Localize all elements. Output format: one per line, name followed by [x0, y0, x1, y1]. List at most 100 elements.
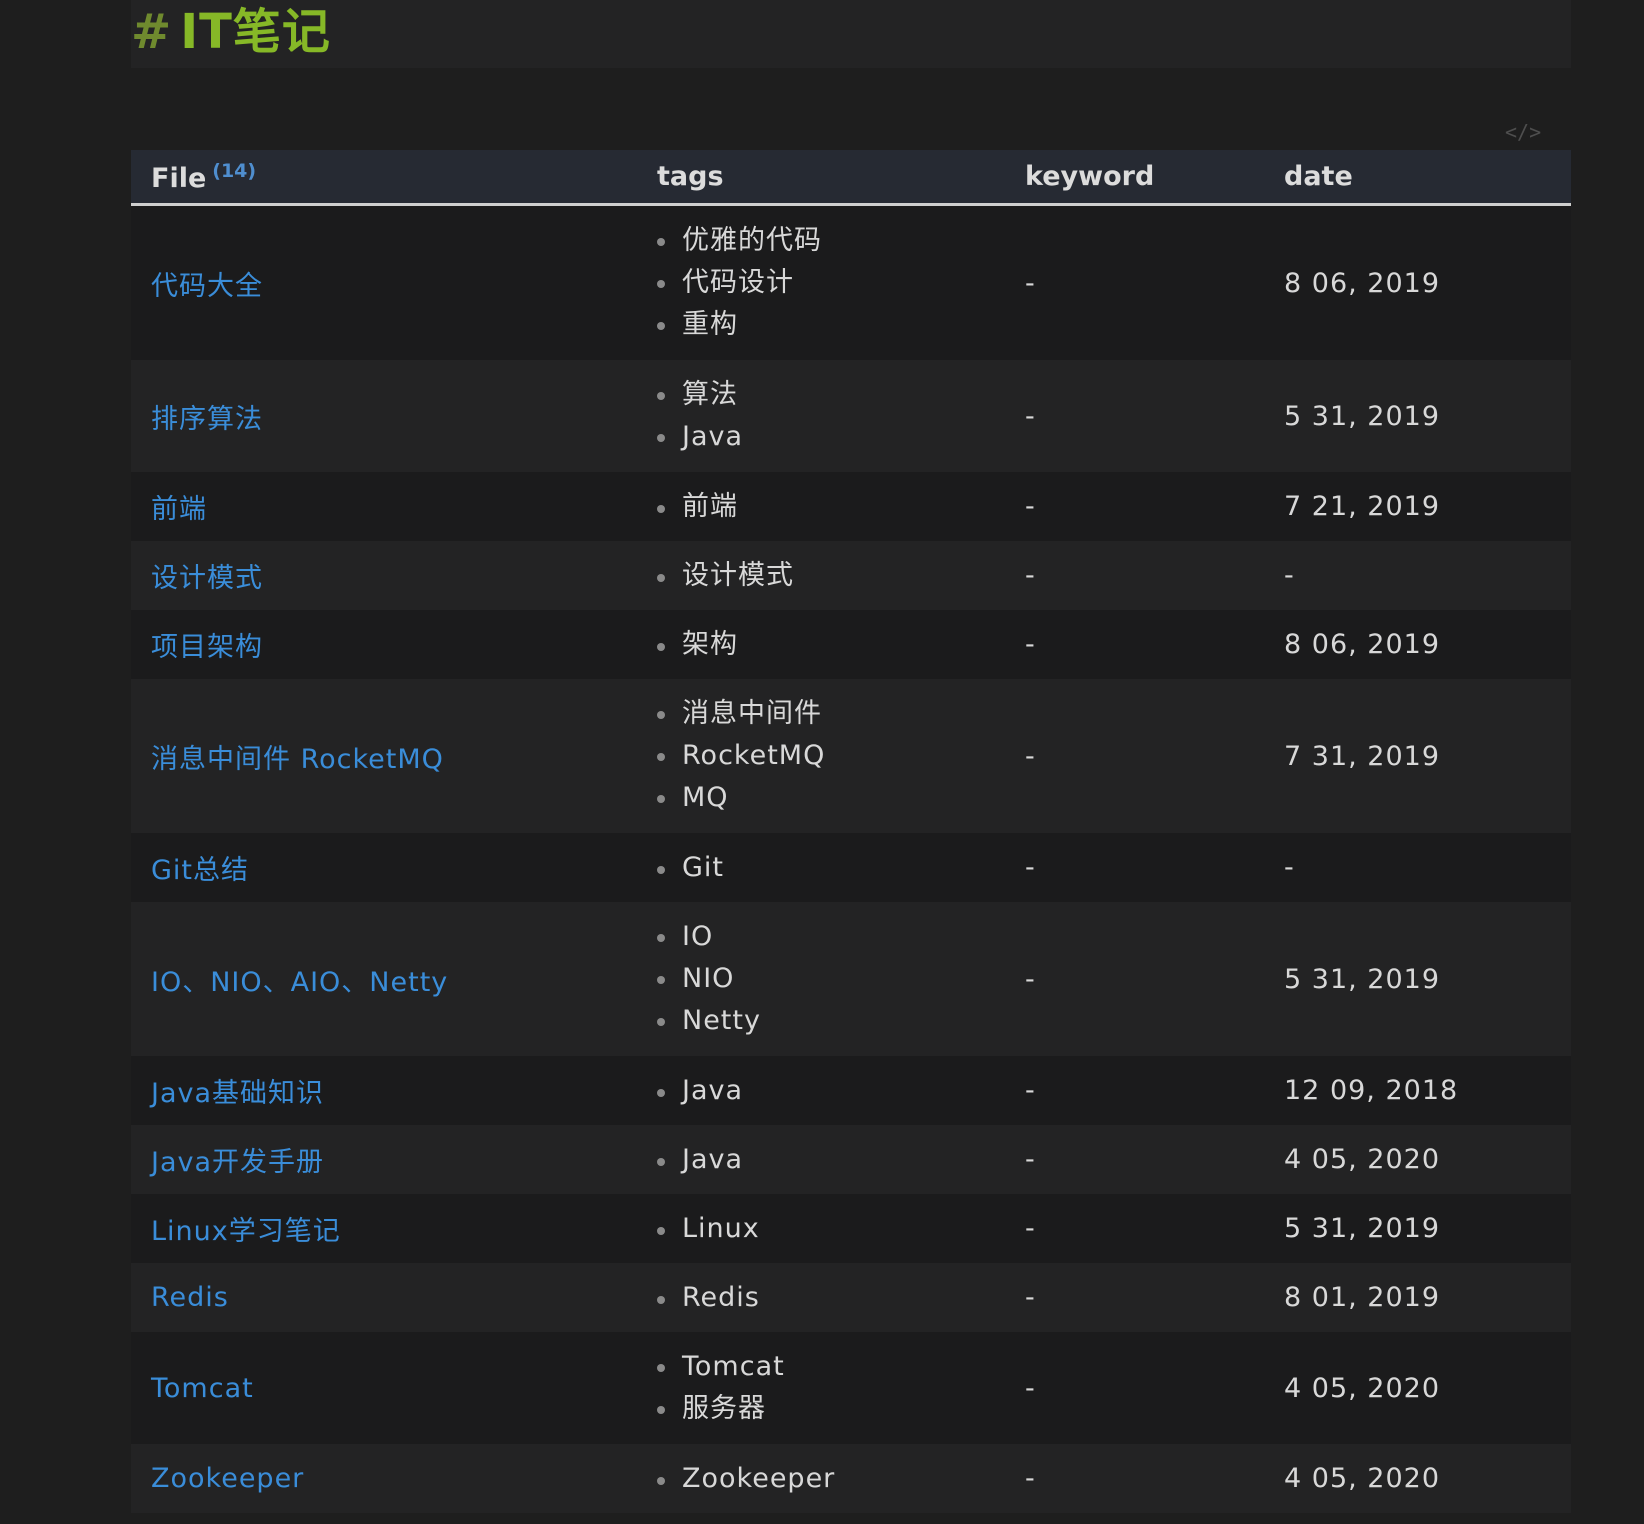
tag-list: 架构 — [657, 611, 1005, 679]
tags-cell: 设计模式 — [637, 541, 1005, 610]
tag-list: Java — [657, 1126, 1005, 1194]
file-cell: 项目架构 — [131, 610, 637, 679]
view-source-toggle[interactable]: </> — [1505, 120, 1541, 144]
tag-list: Linux — [657, 1195, 1005, 1263]
file-cell: 前端 — [131, 472, 637, 541]
tags-cell: 优雅的代码 代码设计 重构 — [637, 205, 1005, 361]
tag-item: 架构 — [657, 625, 1005, 665]
table-row: Tomcat Tomcat 服务器 -4 05, 2020 — [131, 1332, 1571, 1444]
tags-cell: Redis — [637, 1263, 1005, 1332]
date-cell: 7 31, 2019 — [1284, 740, 1440, 772]
date-cell: 5 31, 2019 — [1284, 400, 1440, 432]
tags-cell: 消息中间件 RocketMQ MQ — [637, 679, 1005, 833]
tag-list: Zookeeper — [657, 1445, 1005, 1513]
heading-title: IT笔记 — [180, 4, 331, 60]
tag-item: RocketMQ — [657, 735, 1005, 777]
file-cell: Zookeeper — [131, 1444, 637, 1513]
date-cell: - — [1284, 560, 1295, 591]
keyword-cell: - — [1025, 1372, 1036, 1404]
file-link[interactable]: Tomcat — [151, 1373, 254, 1404]
file-cell: 代码大全 — [131, 205, 637, 361]
tag-item: 设计模式 — [657, 556, 1005, 596]
tags-cell: 算法 Java — [637, 360, 1005, 472]
file-link[interactable]: 代码大全 — [151, 271, 263, 302]
keyword-cell: - — [1025, 1463, 1036, 1494]
table-row: Linux学习笔记 Linux - 5 31, 2019 — [131, 1194, 1571, 1263]
tag-item: 消息中间件 — [657, 693, 1005, 735]
tag-list: Redis — [657, 1264, 1005, 1332]
tags-cell: Java — [637, 1056, 1005, 1125]
dataview-table: File (14) tags keyword date 代码大全 优雅的代码 代码设计… — [131, 150, 1571, 1513]
tag-item: Tomcat — [657, 1346, 1005, 1388]
tags-cell: 前端 — [637, 472, 1005, 541]
table-row: 消息中间件 RocketMQ 消息中间件 RocketMQ MQ -7 31, 2019 — [131, 679, 1571, 833]
file-link[interactable]: IO、NIO、AIO、Netty — [151, 967, 448, 998]
table-row: 代码大全 优雅的代码 代码设计 重构 - 8 06, 2019 — [131, 204, 1571, 361]
tag-list: Git — [657, 834, 1005, 902]
tag-list: IO NIO Netty — [657, 902, 1005, 1056]
keyword-cell: - — [1025, 1144, 1036, 1175]
file-link[interactable]: Git总结 — [151, 855, 249, 886]
keyword-cell: - — [1025, 1282, 1036, 1313]
date-cell: 12 09, 2018 — [1284, 1075, 1459, 1106]
date-cell: 5 31, 2019 — [1284, 963, 1440, 995]
date-cell: 8 06, 2019 — [1284, 267, 1440, 299]
keyword-cell: - — [1025, 852, 1036, 883]
tag-list: 前端 — [657, 473, 1005, 541]
tags-cell: Linux — [637, 1194, 1005, 1263]
column-header-tags: tags — [657, 161, 724, 192]
tags-cell: Tomcat 服务器 — [637, 1332, 1005, 1444]
table-row: Redis Redis -8 01, 2019 — [131, 1263, 1571, 1332]
file-cell: 设计模式 — [131, 541, 637, 610]
tag-item: 服务器 — [657, 1388, 1005, 1430]
file-link[interactable]: Zookeeper — [151, 1463, 304, 1494]
file-link[interactable]: 前端 — [151, 494, 207, 525]
date-cell: 7 21, 2019 — [1284, 491, 1440, 522]
keyword-cell: - — [1025, 560, 1036, 591]
tags-cell: 架构 — [637, 610, 1005, 679]
tag-item: 重构 — [657, 304, 1005, 346]
tags-cell: Java — [637, 1125, 1005, 1194]
tag-item: 代码设计 — [657, 262, 1005, 304]
table-row: IO、NIO、AIO、Netty IO NIO Netty - 5 31, 2019 — [131, 902, 1571, 1056]
file-link[interactable]: Java开发手册 — [151, 1147, 324, 1178]
column-header-file-label: File — [151, 162, 207, 194]
column-header-date: date — [1284, 161, 1353, 192]
tag-list: Tomcat 服务器 — [657, 1332, 1005, 1444]
file-link[interactable]: Java基础知识 — [151, 1078, 324, 1109]
tag-list: 设计模式 — [657, 542, 1005, 610]
tag-list: 消息中间件 RocketMQ MQ — [657, 679, 1005, 833]
file-cell: 消息中间件 RocketMQ — [131, 679, 637, 833]
table-row: Git总结 Git - - — [131, 833, 1571, 902]
tag-item: Java — [657, 416, 1005, 458]
tag-item: 前端 — [657, 487, 1005, 527]
date-cell: 4 05, 2020 — [1284, 1372, 1440, 1404]
date-cell: 8 06, 2019 — [1284, 629, 1440, 660]
table-header-row: File (14) tags keyword date — [131, 150, 1571, 205]
file-cell: Tomcat — [131, 1332, 637, 1444]
file-link[interactable]: 排序算法 — [151, 404, 263, 435]
keyword-cell: - — [1025, 740, 1036, 772]
file-link[interactable]: 设计模式 — [151, 563, 263, 594]
file-link[interactable]: Linux学习笔记 — [151, 1216, 341, 1247]
keyword-cell: - — [1025, 491, 1036, 522]
tag-list: 算法 Java — [657, 360, 1005, 472]
tag-item: IO — [657, 916, 1005, 958]
file-cell: Java开发手册 — [131, 1125, 637, 1194]
table-row: 设计模式 设计模式 - - — [131, 541, 1571, 610]
keyword-cell: - — [1025, 963, 1036, 995]
tag-item: Zookeeper — [657, 1459, 1005, 1499]
tags-cell: Git — [637, 833, 1005, 902]
file-cell: Linux学习笔记 — [131, 1194, 637, 1263]
file-link[interactable]: Redis — [151, 1282, 229, 1313]
file-cell: IO、NIO、AIO、Netty — [131, 902, 637, 1056]
table-row: Java开发手册 Java - 4 05, 2020 — [131, 1125, 1571, 1194]
keyword-cell: - — [1025, 1075, 1036, 1106]
file-link[interactable]: 项目架构 — [151, 632, 263, 663]
tag-item: Redis — [657, 1278, 1005, 1318]
keyword-cell: - — [1025, 1213, 1036, 1244]
date-cell: - — [1284, 852, 1295, 883]
column-header-keyword: keyword — [1025, 161, 1155, 192]
table-body: 代码大全 优雅的代码 代码设计 重构 -8 06, 2019 排序算法 算法 Java -5 3… — [131, 204, 1571, 1513]
file-link[interactable]: 消息中间件 RocketMQ — [151, 744, 444, 775]
